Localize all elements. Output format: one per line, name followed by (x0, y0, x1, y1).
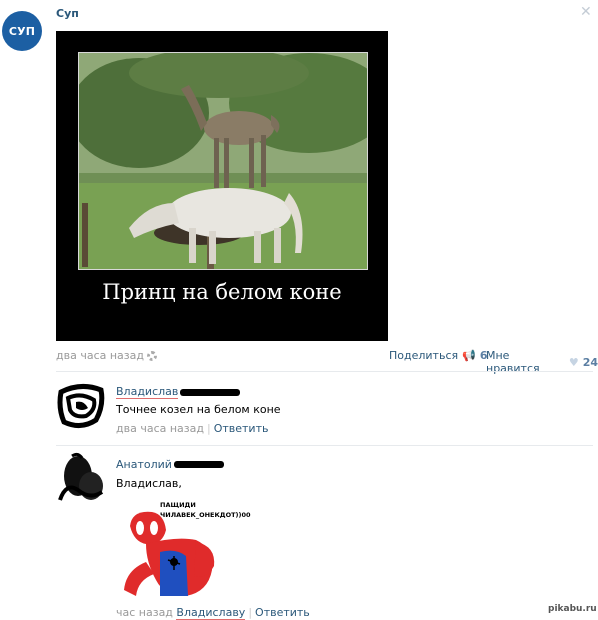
comment-text: Владислав, (116, 477, 182, 490)
group-name-link[interactable]: Суп (56, 7, 79, 20)
megaphone-icon: 📢 (462, 349, 476, 362)
comment-meta: час назад Владиславу | Ответить (116, 606, 310, 620)
comment-author-name[interactable]: Владислав (116, 385, 179, 399)
photo-horse-goat (78, 52, 368, 270)
image-caption: Принц на белом коне (102, 280, 342, 304)
comment-time[interactable]: час назад (116, 606, 173, 619)
comment-author-name[interactable]: Анатолий (116, 458, 172, 471)
avatar[interactable] (56, 380, 106, 430)
comment-time[interactable]: два часа назад (116, 422, 204, 435)
reply-to-link[interactable]: Владиславу (176, 606, 246, 620)
post-timestamp: два часа назад (56, 349, 157, 362)
heart-icon: ♥ (568, 355, 579, 369)
reply-link[interactable]: Ответить (214, 422, 269, 435)
redacted-surname (180, 388, 241, 396)
close-icon[interactable]: ✕ (580, 4, 592, 20)
reply-link[interactable]: Ответить (255, 606, 310, 619)
divider (56, 445, 593, 446)
comment-author[interactable]: Анатолий (116, 458, 224, 471)
post-time-text[interactable]: два часа назад (56, 349, 144, 362)
comment-author[interactable]: Владислав (116, 385, 241, 399)
share-label: Поделиться (389, 349, 459, 362)
post-image[interactable]: Принц на белом коне (56, 31, 388, 341)
avatar[interactable] (56, 452, 106, 502)
group-avatar-text: СУП (8, 24, 36, 38)
meme-image[interactable]: ПАЩИДИ ЧИЛАВЕК_ОНЕКДОТ))00 (116, 500, 251, 600)
comment-meta: два часа назад | Ответить (116, 422, 269, 435)
watermark: pikabu.ru (548, 604, 597, 614)
share-button[interactable]: Поделиться 📢 6 (389, 349, 487, 362)
like-count: 24 (582, 355, 598, 369)
comment-text: Точнее козел на белом коне (116, 403, 281, 416)
group-avatar[interactable]: СУП (2, 11, 42, 51)
divider (56, 371, 593, 372)
redacted-surname (173, 461, 224, 468)
gear-icon[interactable] (146, 350, 157, 361)
